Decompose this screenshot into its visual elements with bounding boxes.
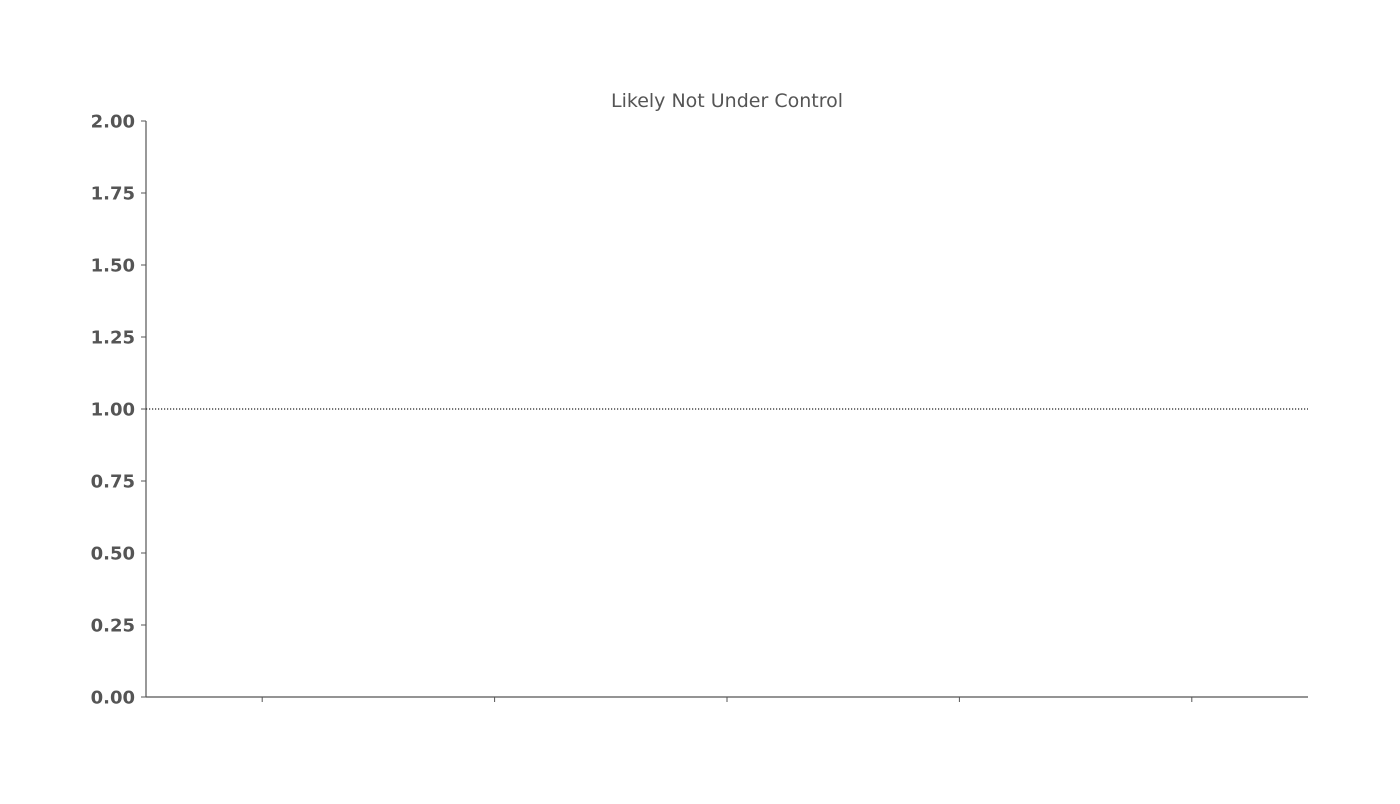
chart-svg: Likely Not Under Control 0.00 0.25 0.50 0.7… — [91, 90, 1308, 709]
chart-container: Likely Not Under Control 0.00 0.25 0.50 0.7… — [0, 0, 1400, 800]
y-tick-label: 0.25 — [91, 616, 135, 637]
y-ticks-group: 0.00 0.25 0.50 0.75 1.00 1.25 1.50 1.75 2.00 — [91, 112, 146, 709]
y-tick-label: 0.00 — [91, 688, 135, 709]
y-tick-label: 1.50 — [91, 256, 135, 277]
y-tick-label: 1.75 — [91, 184, 135, 205]
y-tick-label: 1.00 — [91, 400, 135, 421]
y-tick-label: 0.75 — [91, 472, 135, 493]
y-tick-label: 0.50 — [91, 544, 135, 565]
y-tick-label: 2.00 — [91, 112, 135, 133]
y-tick-label: 1.25 — [91, 328, 135, 349]
chart-title: Likely Not Under Control — [611, 90, 843, 112]
x-ticks-group — [261, 697, 1193, 702]
